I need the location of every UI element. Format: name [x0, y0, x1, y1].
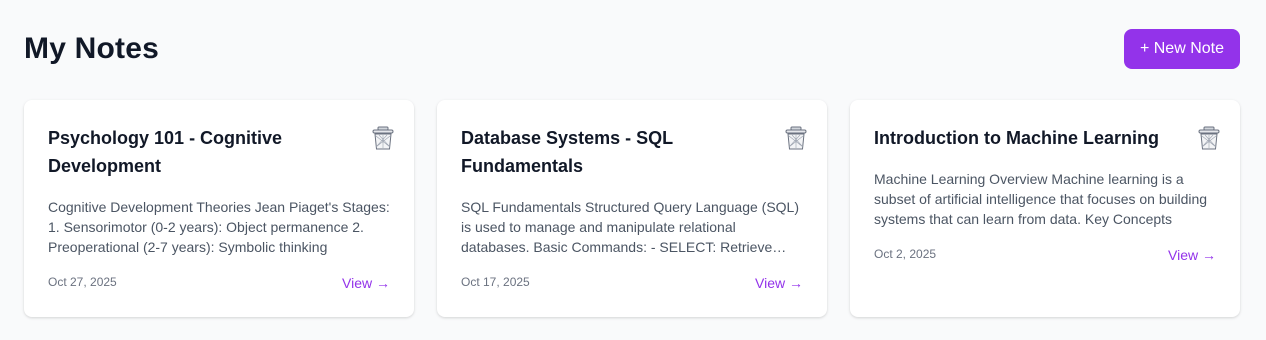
notes-page: My Notes + New Note Psychology 101 - Cog…	[0, 0, 1266, 340]
trash-icon	[785, 126, 807, 150]
note-title: Introduction to Machine Learning	[874, 128, 1159, 148]
note-preview: Machine Learning Overview Machine learni…	[874, 171, 1208, 227]
page-header: My Notes + New Note	[24, 29, 1240, 69]
new-note-button[interactable]: + New Note	[1123, 29, 1240, 69]
note-title: Database Systems - SQL Fundamentals	[461, 128, 673, 176]
delete-note-button[interactable]	[370, 124, 396, 152]
note-date: Oct 17, 2025	[461, 275, 530, 289]
trash-icon	[372, 126, 394, 150]
page-title: My Notes	[24, 32, 159, 65]
view-note-link[interactable]: View →	[755, 275, 803, 291]
note-card[interactable]: Psychology 101 - Cognitive Development C…	[24, 100, 414, 317]
note-date: Oct 2, 2025	[874, 247, 937, 261]
trash-icon	[1198, 126, 1220, 150]
view-note-link[interactable]: View →	[342, 275, 390, 291]
note-preview: SQL Fundamentals Structured Query Langua…	[461, 199, 799, 255]
delete-note-button[interactable]	[783, 124, 809, 152]
note-date: Oct 27, 2025	[48, 275, 117, 289]
view-note-link[interactable]: View →	[1168, 247, 1216, 263]
note-preview: Cognitive Development Theories Jean Piag…	[48, 199, 390, 255]
note-card[interactable]: Database Systems - SQL Fundamentals SQL …	[437, 100, 827, 317]
note-title: Psychology 101 - Cognitive Development	[48, 128, 283, 176]
delete-note-button[interactable]	[1196, 124, 1222, 152]
notes-grid: Psychology 101 - Cognitive Development C…	[24, 100, 1240, 317]
note-card[interactable]: Introduction to Machine Learning Machine…	[850, 100, 1240, 317]
